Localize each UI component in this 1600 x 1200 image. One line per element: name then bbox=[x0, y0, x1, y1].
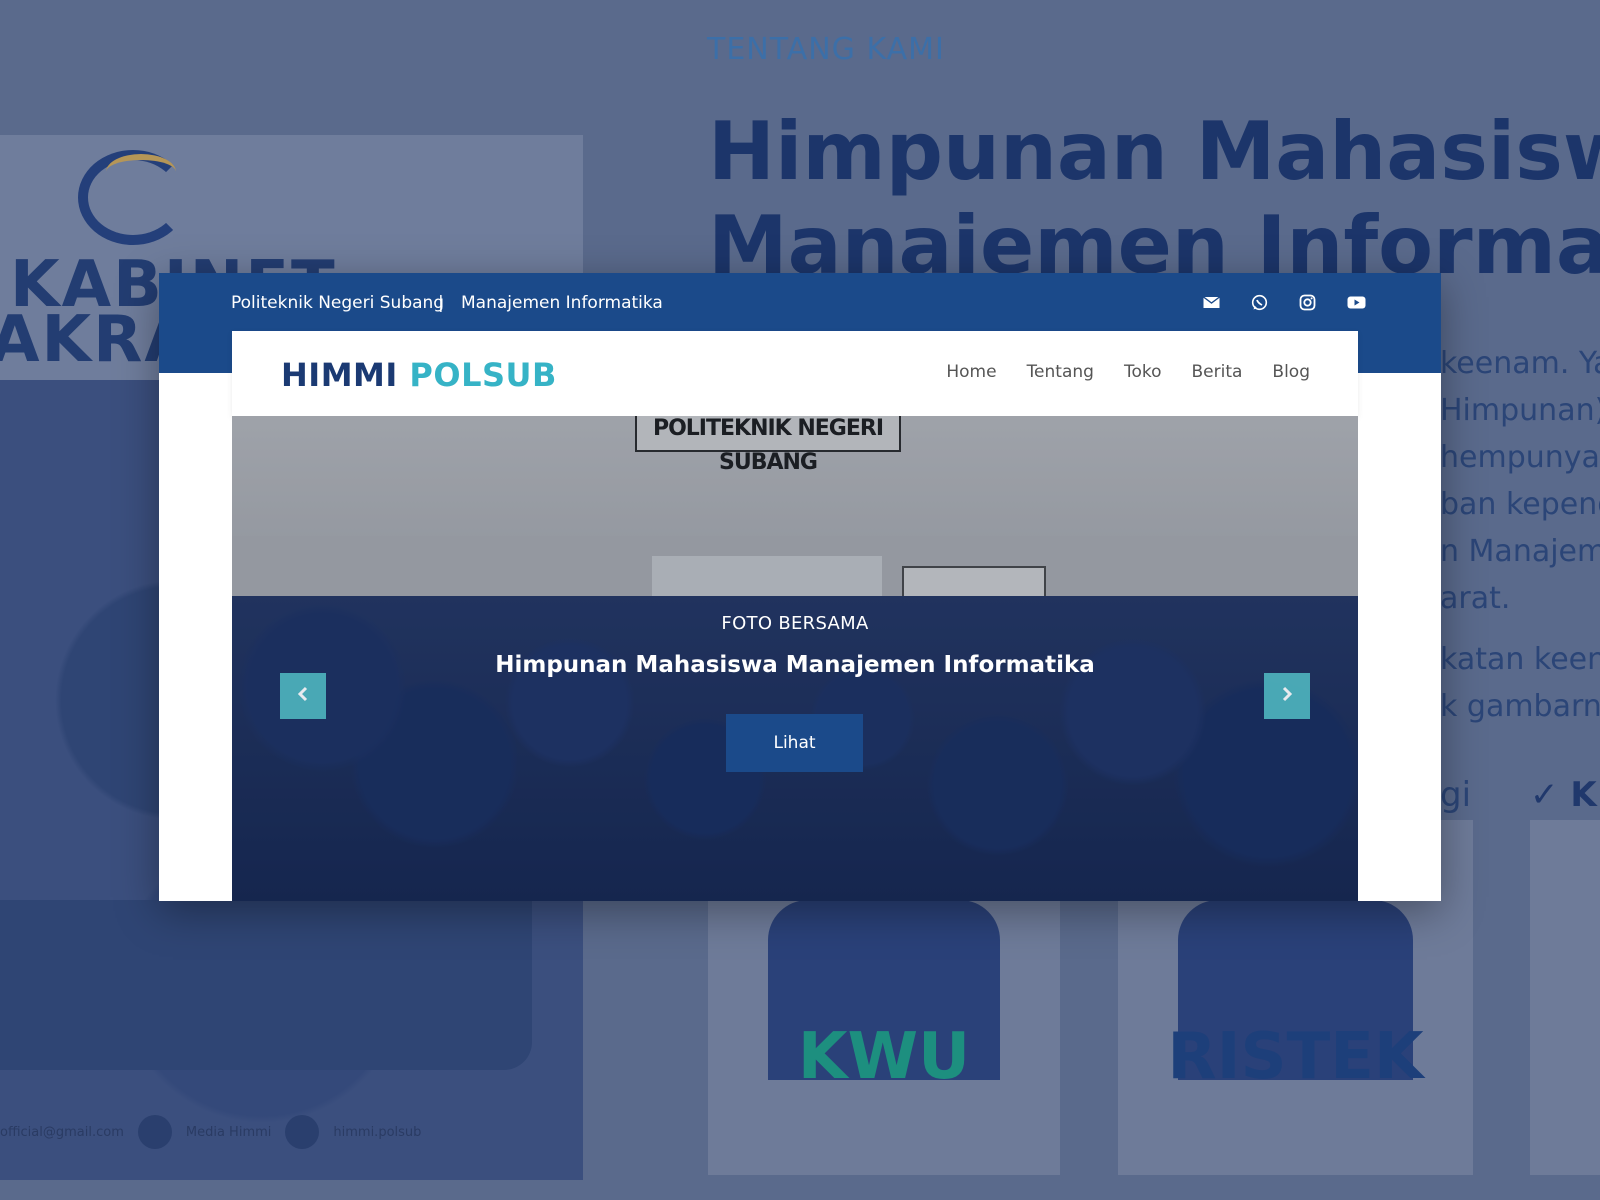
bg-photo-card bbox=[0, 900, 532, 1070]
topbar-institution: Politeknik Negeri Subang bbox=[231, 293, 445, 313]
instagram-icon[interactable] bbox=[1299, 294, 1316, 311]
website-window: Politeknik Negeri Subang | Manajemen Inf… bbox=[159, 273, 1441, 901]
bg-paragraph: keenam. Ya Himpunan). hempunyai ban kepe… bbox=[1440, 340, 1600, 730]
nav-toko[interactable]: Toko bbox=[1124, 362, 1162, 382]
bg-paragraph-line: arat. bbox=[1440, 581, 1511, 616]
site-logo[interactable]: HIMMI POLSUB bbox=[281, 356, 557, 394]
slider-next-button[interactable] bbox=[1264, 673, 1310, 719]
brand-primary: HIMMI bbox=[281, 356, 398, 394]
nav-blog[interactable]: Blog bbox=[1272, 362, 1310, 382]
instagram-icon bbox=[285, 1115, 320, 1149]
brand-accent: POLSUB bbox=[409, 356, 557, 394]
bg-card-label: KWU bbox=[797, 1020, 971, 1094]
bg-paragraph-line: hempunyai bbox=[1440, 440, 1600, 475]
check-icon: ✓ K bbox=[1530, 775, 1597, 815]
bg-card-partial bbox=[1530, 820, 1600, 1175]
bg-paragraph-line: k gambarny bbox=[1440, 689, 1600, 724]
bg-footer-instagram: himmi.polsub bbox=[333, 1124, 422, 1140]
bg-section-label: TENTANG KAMI bbox=[707, 32, 945, 67]
bg-list-fragment-2: K bbox=[1570, 775, 1597, 815]
navbar: HIMMI POLSUB Home Tentang Toko Berita Bl… bbox=[232, 331, 1358, 416]
chevron-left-icon bbox=[295, 686, 311, 706]
topbar-separator: | bbox=[438, 293, 444, 313]
nav-home[interactable]: Home bbox=[946, 362, 996, 382]
bg-heading-line-1: Himpunan Mahasiswa bbox=[708, 105, 1600, 198]
bg-heading: Himpunan Mahasiswa Manajemen Informatik bbox=[708, 105, 1600, 293]
bg-footer-contacts: official@gmail.com Media Himmi himmi.pol… bbox=[0, 1115, 421, 1149]
nav-berita[interactable]: Berita bbox=[1192, 362, 1243, 382]
whatsapp-icon[interactable] bbox=[1251, 294, 1268, 311]
youtube-icon bbox=[137, 1115, 172, 1149]
bg-paragraph-line: Himpunan). bbox=[1440, 393, 1600, 428]
slider-prev-button[interactable] bbox=[280, 673, 326, 719]
bg-logo-icon bbox=[78, 150, 188, 245]
email-icon[interactable] bbox=[1203, 294, 1220, 311]
bg-paragraph-line: n Manajeme bbox=[1440, 534, 1600, 569]
main-menu: Home Tentang Toko Berita Blog bbox=[946, 362, 1310, 382]
bg-list-fragment: gi bbox=[1440, 775, 1472, 815]
nav-tentang[interactable]: Tentang bbox=[1027, 362, 1094, 382]
bg-paragraph-line: keenam. Ya bbox=[1440, 346, 1600, 381]
hero-eyebrow: FOTO BERSAMA bbox=[721, 613, 869, 634]
bg-paragraph-line: ban kepeng bbox=[1440, 487, 1600, 522]
social-icons bbox=[1203, 294, 1366, 311]
hero-title: Himpunan Mahasiswa Manajemen Informatika bbox=[495, 652, 1095, 678]
hero-slider: POLITEKNIK NEGERI SUBANG MUBES 2021 FOTO… bbox=[232, 416, 1358, 901]
hero-view-button[interactable]: Lihat bbox=[726, 714, 863, 772]
bg-paragraph-line: katan keen bbox=[1440, 642, 1600, 677]
youtube-icon[interactable] bbox=[1347, 294, 1366, 311]
bg-footer-youtube: Media Himmi bbox=[185, 1124, 272, 1140]
chevron-right-icon bbox=[1279, 686, 1295, 706]
bg-card-label: RISTEK bbox=[1167, 1020, 1424, 1094]
bg-footer-email: official@gmail.com bbox=[0, 1124, 124, 1140]
topbar-department: Manajemen Informatika bbox=[461, 293, 663, 313]
